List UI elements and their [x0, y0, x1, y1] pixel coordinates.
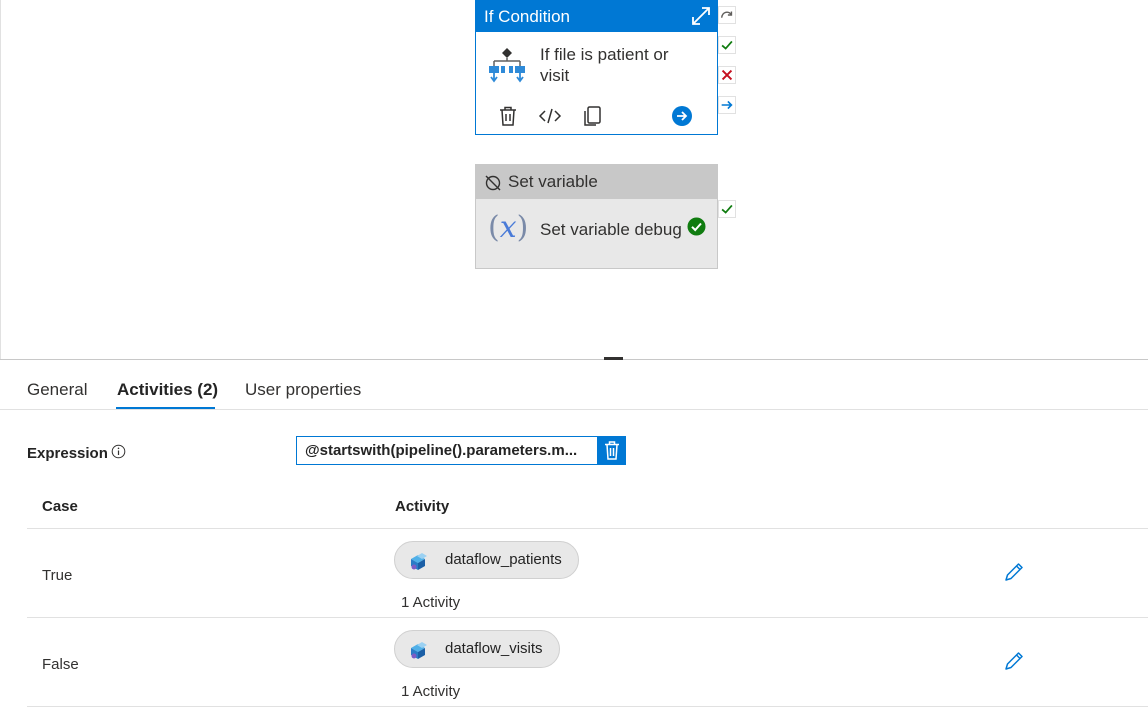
navigate-arrow-icon[interactable]: [670, 104, 694, 128]
if-condition-icon: [489, 48, 525, 83]
case-value: True: [42, 567, 73, 584]
pipeline-canvas[interactable]: If Condition If file is patient or visit: [0, 0, 1148, 360]
set-variable-name: Set variable debug: [540, 220, 682, 239]
delete-icon[interactable]: [496, 104, 520, 128]
set-variable-success-icon[interactable]: [718, 200, 736, 218]
activity-count: 1 Activity: [401, 683, 461, 700]
if-condition-type-label: If Condition: [484, 7, 570, 26]
if-condition-body: If file is patient or visit: [476, 32, 717, 92]
properties-panel: General Activities (2) User properties E…: [0, 360, 1148, 715]
dataflow-icon: [411, 642, 427, 659]
variable-icon: (x): [488, 210, 529, 245]
deactivated-icon: [485, 175, 501, 191]
success-icon[interactable]: [718, 36, 736, 54]
clear-expression-delete-icon[interactable]: [598, 436, 626, 465]
dataflow-icon: [411, 553, 427, 570]
expression-label: Expression: [27, 445, 108, 462]
expand-icon[interactable]: [690, 5, 712, 27]
activity-pill[interactable]: dataflow_patients: [394, 541, 579, 579]
code-icon[interactable]: [538, 104, 562, 128]
activity-name: dataflow_patients: [445, 551, 562, 568]
tab-general[interactable]: General: [27, 380, 87, 400]
failure-icon[interactable]: [718, 66, 736, 84]
copy-icon[interactable]: [580, 104, 604, 128]
activity-count: 1 Activity: [401, 594, 461, 611]
active-tab-indicator: [116, 407, 215, 409]
if-condition-node[interactable]: If Condition If file is patient or visit: [475, 0, 718, 135]
set-variable-header: Set variable: [476, 165, 717, 199]
activity-name: dataflow_visits: [445, 640, 543, 657]
activity-pill[interactable]: dataflow_visits: [394, 630, 560, 668]
if-condition-name: If file is patient or visit: [540, 45, 669, 85]
completion-icon[interactable]: [718, 96, 736, 114]
set-variable-type-label: Set variable: [508, 172, 598, 191]
skip-icon[interactable]: [718, 6, 736, 24]
case-column-header: Case: [42, 498, 78, 515]
properties-tabs: General Activities (2) User properties: [0, 360, 1148, 410]
tab-user-properties[interactable]: User properties: [245, 380, 361, 400]
edit-icon[interactable]: [1003, 650, 1025, 672]
case-value: False: [42, 656, 79, 673]
activity-column-header: Activity: [395, 498, 450, 515]
success-status-icon: [687, 217, 706, 236]
set-variable-node[interactable]: Set variable (x) Set variable debug: [475, 164, 718, 269]
info-icon[interactable]: [111, 444, 126, 459]
table-row: False dataflow_visits 1 Activity: [27, 618, 1148, 707]
tab-activities[interactable]: Activities (2): [117, 380, 218, 400]
node-action-bar: [476, 104, 719, 130]
expression-input[interactable]: @startswith(pipeline().parameters.m...: [296, 436, 598, 465]
table-row: True dataflow_patients 1 Activity: [27, 529, 1148, 618]
edit-icon[interactable]: [1003, 561, 1025, 583]
if-condition-header: If Condition: [476, 1, 717, 32]
